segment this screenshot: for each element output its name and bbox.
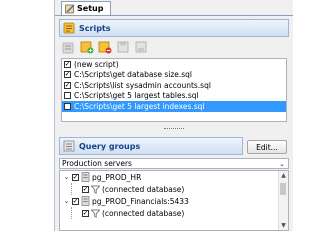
- setup-icon: [65, 4, 75, 13]
- query-group-value: Production servers: [62, 159, 132, 168]
- list-item[interactable]: ✓ (new script): [62, 59, 286, 70]
- splitter[interactable]: [61, 127, 287, 131]
- new-script-icon: [62, 42, 74, 53]
- add-script-button[interactable]: [79, 40, 94, 54]
- query-group-select[interactable]: Production servers ⌄: [59, 158, 289, 169]
- save-icon: [117, 41, 128, 53]
- list-item[interactable]: C:\Scripts\get 5 largest tables.sql: [62, 91, 286, 102]
- chevron-down-icon[interactable]: ⌄: [279, 160, 285, 168]
- save-script-button[interactable]: [115, 40, 130, 54]
- tab-setup[interactable]: Setup: [61, 1, 111, 15]
- database-label: (connected database): [102, 184, 185, 194]
- script-label: C:\Scripts\get database size.sql: [74, 70, 193, 80]
- save-all-button[interactable]: [133, 40, 148, 54]
- checkbox[interactable]: ✓: [64, 60, 71, 68]
- checkbox[interactable]: ✓: [64, 81, 71, 89]
- server-icon: [81, 172, 90, 182]
- script-icon: [63, 22, 75, 34]
- server-name: pg_PROD_Financials:5433: [92, 196, 189, 206]
- scripts-title: Scripts: [79, 23, 111, 33]
- script-label: (new script): [74, 59, 119, 69]
- server-tree[interactable]: ⌄ ✓ pg_PROD_HR ✓ (connected database) ⌄ …: [59, 170, 289, 231]
- database-label: (connected database): [102, 208, 185, 218]
- checkbox[interactable]: ✓: [72, 197, 79, 205]
- script-label: C:\Scripts\get 5 largest tables.sql: [74, 91, 199, 101]
- remove-script-button[interactable]: [97, 40, 112, 54]
- scroll-thumb[interactable]: [280, 183, 286, 195]
- checkbox[interactable]: ✓: [82, 185, 89, 193]
- scripts-toolbar: [61, 39, 148, 55]
- edit-button[interactable]: Edit...: [247, 140, 287, 154]
- script-label: C:\Scripts\get 5 largest indexes.sql: [74, 101, 205, 111]
- new-script-button[interactable]: [61, 40, 76, 54]
- checkbox[interactable]: ✓: [64, 71, 71, 79]
- collapse-icon[interactable]: ⌄: [63, 197, 70, 205]
- scripts-header: Scripts: [59, 19, 289, 37]
- collapse-icon[interactable]: ⌄: [63, 173, 70, 181]
- checkbox[interactable]: ✓: [82, 209, 89, 217]
- list-item-selected[interactable]: C:\Scripts\get 5 largest indexes.sql: [62, 101, 286, 112]
- query-groups-title: Query groups: [79, 141, 141, 151]
- checkbox[interactable]: [64, 92, 71, 100]
- tab-label: Setup: [77, 4, 104, 13]
- save-all-icon: [135, 41, 146, 53]
- scroll-down-icon[interactable]: ▼: [279, 221, 288, 230]
- list-item[interactable]: ✓ C:\Scripts\get database size.sql: [62, 70, 286, 81]
- tree-node-server[interactable]: ⌄ ✓ pg_PROD_HR: [60, 171, 288, 183]
- server-name: pg_PROD_HR: [92, 172, 142, 182]
- scroll-up-icon[interactable]: ▲: [279, 171, 288, 180]
- query-groups-icon: [63, 140, 75, 152]
- query-groups-header: Query groups: [59, 137, 243, 155]
- tree-scrollbar[interactable]: ▲ ▼: [278, 171, 288, 230]
- tree-node-database[interactable]: ✓ (connected database): [60, 183, 288, 195]
- filter-icon: [91, 209, 100, 218]
- list-item[interactable]: ✓ C:\Scripts\list sysadmin accounts.sql: [62, 80, 286, 91]
- remove-script-icon: [98, 41, 111, 54]
- scripts-list[interactable]: ✓ (new script) ✓ C:\Scripts\get database…: [61, 58, 287, 122]
- tree-node-database[interactable]: ✓ (connected database): [60, 207, 288, 219]
- add-script-icon: [80, 41, 93, 54]
- tree-node-server[interactable]: ⌄ ✓ pg_PROD_Financials:5433: [60, 195, 288, 207]
- server-icon: [81, 196, 90, 206]
- checkbox[interactable]: [64, 102, 71, 110]
- script-label: C:\Scripts\list sysadmin accounts.sql: [74, 80, 211, 90]
- tab-divider: [55, 15, 293, 16]
- filter-icon: [91, 185, 100, 194]
- checkbox[interactable]: ✓: [72, 173, 79, 181]
- setup-panel: Setup Scripts ✓ (new script) ✓ C:\Script…: [54, 0, 293, 231]
